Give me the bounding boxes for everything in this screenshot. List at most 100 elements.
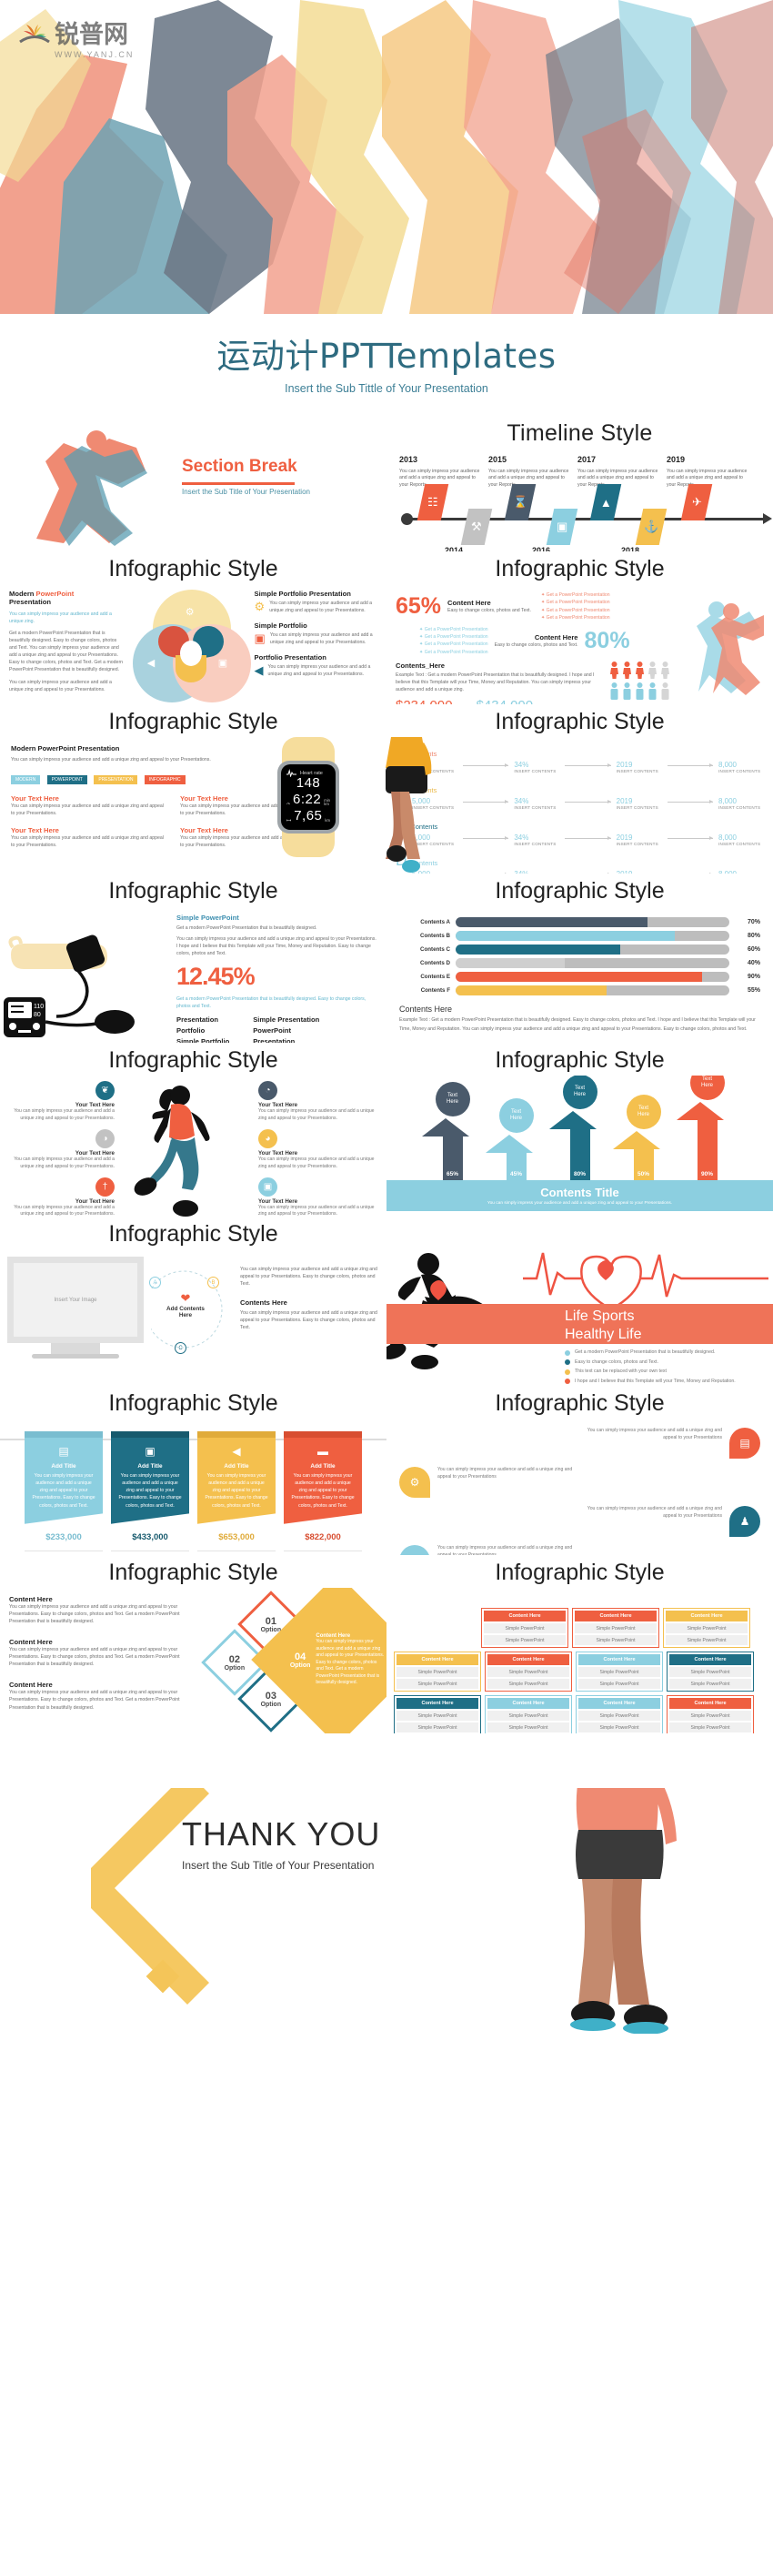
percent-block-65: 65% Content Here Easy to change colors, … [396,591,675,622]
modern-tag[interactable]: INFOGRAPHIC [144,775,186,785]
thank-you-text: THANK YOU Insert the Sub Title of Your P… [182,1815,380,1872]
venn-item[interactable]: Simple Portfolio ▣ You can simply impres… [255,621,377,646]
timeline-flag-briefcase[interactable]: ▲ [589,484,622,520]
price-card-text: You can simply impress your audience and… [32,1473,95,1509]
bar-track [456,945,729,955]
caption-row-4: Infographic Style Infographic Style [0,1043,773,1076]
venn-item[interactable]: Portfolio Presentation ◀ You can simply … [255,653,377,678]
content-grid-row: Content Here Simple PowerPoint Simple Po… [394,1608,766,1648]
timeline-flag-airplane[interactable]: ✈ [680,484,713,520]
caption-infographic-3: Infographic Style [108,709,278,734]
grid-cell[interactable]: Content Here Simple PowerPoint Simple Po… [576,1695,663,1733]
arrow-bubble: Text Here [562,1076,597,1109]
price-card[interactable]: ▬ Add Title You can simply impress your … [284,1431,362,1551]
grid-cell[interactable]: Content Here Simple PowerPoint Simple Po… [485,1695,572,1733]
price-card[interactable]: ◀ Add Title You can simply impress your … [197,1431,276,1551]
watch-face: Heart rate 148 6:22 min km 7,65 km [277,761,339,833]
runner-item[interactable]: ◑ Your Text Here You can simply impress … [7,1128,115,1171]
price-card[interactable]: ▣ Add Title You can simply impress your … [111,1431,189,1551]
modern-tag[interactable]: MODERN [11,775,41,785]
venn-item[interactable]: Simple Portfolio Presentation ⚙ You can … [255,590,377,614]
arrow-item[interactable]: Text Here 80% [549,1076,608,1180]
runner-item[interactable]: ▣ Your Text Here You can simply impress … [258,1177,376,1217]
bp-big-number: 12.45% [176,963,256,991]
timeline-year: 2016 [532,546,551,551]
hero-title-block: 运动计PPTTemplates Insert the Sub Tittle of… [0,314,773,395]
arrow-item[interactable]: Text Here 45% [486,1098,545,1180]
chat-item[interactable]: ⚙ You can simply impress your audience a… [399,1467,760,1498]
diamonds-slide: Content Here You can simply impress your… [0,1588,386,1733]
arrow-item[interactable]: Text Here 90% [677,1076,736,1180]
modern-tag[interactable]: POWERPOINT [46,775,87,785]
watch-screen: Heart rate 148 6:22 min km 7,65 km [281,764,336,830]
percent-bullet: ✦ Get a PowerPoint Presentation [419,641,488,648]
timeline-flag-anchor[interactable]: ⚓ [635,509,668,545]
row-price-chat: ▤ Add Title You can simply impress your … [0,1419,773,1555]
arr ow-item[interactable]: Text Here 50% [613,1095,672,1180]
grid-cell[interactable]: Content Here Simple PowerPoint Simple Po… [663,1608,750,1648]
timeline-flag-tools[interactable]: ⚒ [460,509,493,545]
timeline-flag-camera[interactable]: ▣ [546,509,578,545]
venn-center [179,641,202,666]
timeline-flag-hourglass[interactable]: ⌛ [504,484,537,520]
section-break-slide: Section Break Insert the Sub Title of Yo… [0,415,386,551]
venn-left-text: Modern PowerPoint Presentation You can s… [9,590,125,704]
grid-cell[interactable]: Content Here Simple PowerPoint Simple Po… [394,1695,481,1733]
chat-item[interactable]: ✉ You can simply impress your audience a… [399,1545,760,1555]
percent-bullet: ✦ Get a PowerPoint Presentation [419,649,488,655]
grid-cell-header: Content Here [669,1698,751,1709]
chat-item[interactable]: You can simply impress your audience and… [399,1506,760,1537]
bar-label: Contents F [420,987,450,994]
price-card-text: You can simply impress your audience and… [118,1473,182,1509]
bp-slide: 110 80 Simple PowerPoint Get a modern Po… [0,906,386,1043]
runner-item-title: Your Text Here [75,1102,115,1108]
monitor-screen[interactable]: Insert Your Image [7,1257,144,1343]
runner-item[interactable]: ◕ Your Text Here You can simply impress … [258,1128,376,1171]
bar-value: 80% [747,933,760,939]
arrow-item[interactable]: Text Here 65% [422,1082,481,1180]
grid-cell[interactable]: Content Here Simple PowerPoint Simple Po… [667,1695,754,1733]
chat-item[interactable]: You can simply impress your audience and… [399,1428,760,1459]
grid-cell[interactable]: Content Here Simple PowerPoint Simple Po… [576,1652,663,1692]
runner-legs-illustration [570,1788,677,2034]
badge-c[interactable]: C [175,1342,186,1354]
grid-cell[interactable]: Content Here Simple PowerPoint Simple Po… [572,1608,659,1648]
diamond-label: Option [260,1701,282,1708]
arrow-bubble: Text Here [626,1095,661,1129]
brain-icon: ◔ [258,1081,277,1100]
modern-cell-title: Your Text Here [11,826,59,835]
modern-tag[interactable]: PRESENTATION [94,775,138,785]
grid-cell[interactable]: Content Here Simple PowerPoint Simple Po… [394,1652,481,1692]
runner-item[interactable]: ◔ Your Text Here You can simply impress … [258,1081,376,1123]
badge-b[interactable]: B [207,1277,219,1288]
bp-list-item: Simple Presentation [253,1015,320,1025]
hero-slide: 锐普网 WWW.YANJ.CN [0,0,773,314]
diamond-filled-title: Content Here [316,1632,351,1639]
runner-item-text: You can simply impress your audience and… [258,1156,375,1169]
abcd-arrow-icon [463,835,509,840]
price-card[interactable]: ▤ Add Title You can simply impress your … [25,1431,103,1551]
diamond-number: 01 [265,1615,277,1627]
grid-cell[interactable]: Content Here Simple PowerPoint Simple Po… [667,1652,754,1692]
life-sports-bullet: I hope and I believe that this Template … [565,1379,767,1384]
runner-item[interactable]: † Your Text Here You can simply impress … [7,1177,115,1217]
briefcase-icon: ▬ [317,1445,328,1458]
grid-cell-header: Content Here [575,1611,657,1621]
percent-sub-right: Easy to change colors, photos and Text. [494,641,578,648]
bar-label: Contents A [420,919,450,925]
monitor-add-title: Add Contents [166,1306,205,1312]
badge-a[interactable]: A [149,1277,161,1288]
distance-icon [286,819,291,822]
chat-icon: ▤ [729,1428,760,1459]
timeline-flag-book[interactable]: ☷ [417,484,449,520]
grid-cell[interactable]: Content Here Simple PowerPoint Simple Po… [485,1652,572,1692]
section-break-text: Section Break Insert the Sub Title of Yo… [182,457,310,496]
kidney-icon: ▣ [258,1177,277,1197]
caption-row-3: Infographic Style Infographic Style [0,874,773,906]
runner-item[interactable]: ❦ Your Text Here You can simply impress … [7,1081,115,1123]
sprinters-illustration [697,601,764,695]
percent-slide: 65% Content Here Easy to change colors, … [386,584,773,704]
grid-cell[interactable]: Content Here Simple PowerPoint Simple Po… [481,1608,568,1648]
abcd-sub: INSERT CONTENTS [616,804,658,810]
arrow-bubble: Text Here [435,1082,470,1116]
